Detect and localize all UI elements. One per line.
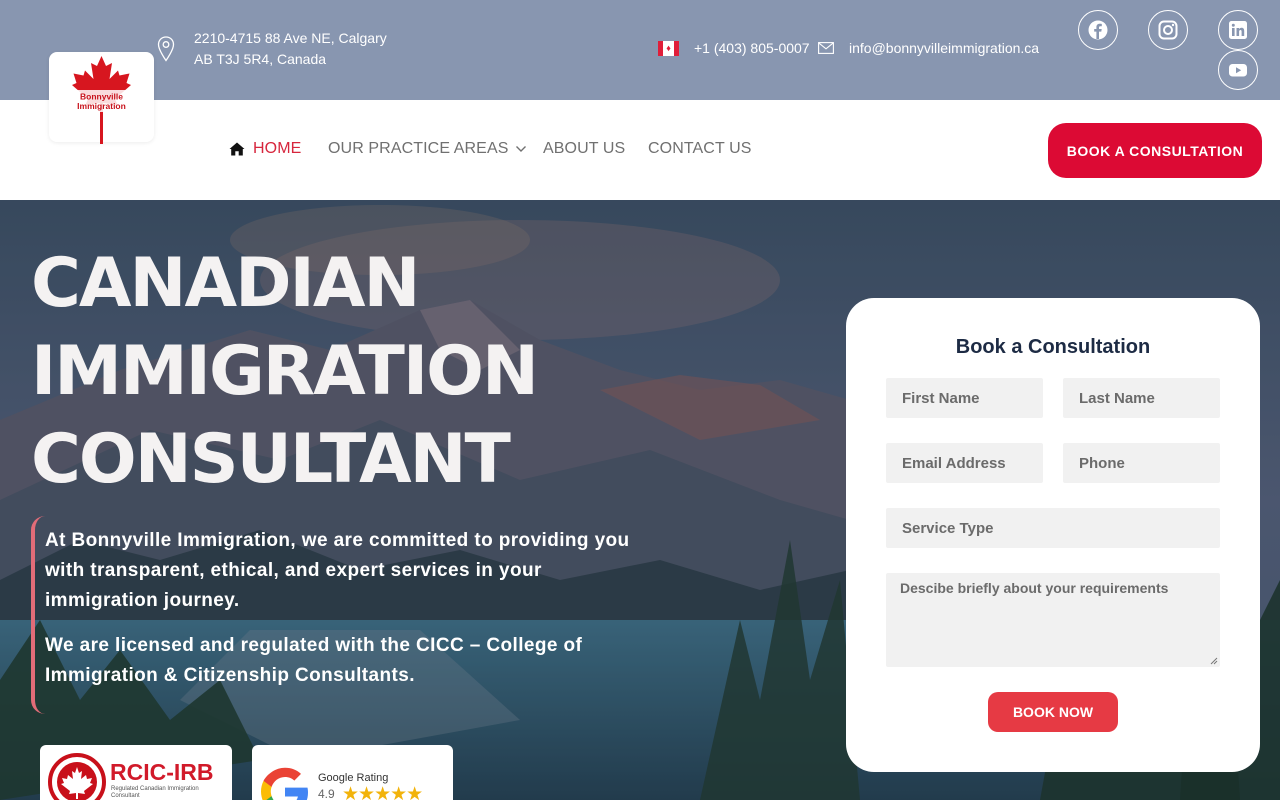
address-block: 2210-4715 88 Ave NE, Calgary AB T3J 5R4,…: [157, 28, 387, 70]
nav-home-label: HOME: [253, 140, 302, 157]
linkedin-icon: [1229, 21, 1247, 39]
chevron-down-icon: [515, 146, 526, 152]
resize-handle-icon[interactable]: [1210, 657, 1218, 665]
nav-home[interactable]: HOME: [229, 140, 301, 158]
first-name-placeholder: First Name: [902, 389, 980, 407]
form-title: Book a Consultation: [955, 336, 1151, 358]
maple-leaf-logo-icon: Bonnyville Immigration: [63, 56, 140, 144]
phone-number: +1 (403) 805-0007: [694, 40, 810, 56]
envelope-icon: [818, 42, 834, 54]
logo-name: Bonnyville: [80, 92, 123, 102]
book-consultation-button[interactable]: BOOK A CONSULTATION: [1048, 123, 1262, 178]
hero-title-line-3: CONSULTANT: [31, 420, 511, 499]
hero-title: CANADIAN IMMIGRATION CONSULTANT: [31, 240, 539, 504]
address-line-2: AB T3J 5R4, Canada: [194, 51, 327, 67]
nav-contact-label: CONTACT US: [648, 140, 752, 157]
rcic-title: RCIC-IRB: [110, 759, 214, 785]
hero-title-line-2: IMMIGRATION: [31, 332, 539, 411]
phone-placeholder: Phone: [1079, 454, 1125, 472]
requirements-placeholder: Descibe briefly about your requirements: [900, 580, 1169, 596]
hero-intro-paragraph-1: At Bonnyville Immigration, we are commit…: [45, 530, 630, 611]
map-pin-icon: [157, 36, 175, 62]
google-logo-icon: [261, 767, 308, 800]
google-rating-badge: Google Rating 4.9 ★★★★★: [252, 745, 453, 800]
youtube-icon: [1229, 64, 1247, 77]
bonnyville-logo[interactable]: Bonnyville Immigration: [49, 52, 154, 144]
last-name-placeholder: Last Name: [1079, 389, 1155, 407]
nav-contact-us[interactable]: CONTACT US: [648, 140, 752, 158]
nav-practice-areas[interactable]: OUR PRACTICE AREAS: [328, 140, 527, 158]
book-now-button[interactable]: BOOK NOW: [988, 692, 1118, 732]
phone-field[interactable]: Phone: [1063, 443, 1220, 483]
top-info-bar: 2210-4715 88 Ave NE, Calgary AB T3J 5R4,…: [0, 0, 1280, 100]
nav-about-us[interactable]: ABOUT US: [543, 140, 625, 158]
canada-flag-icon: ♦: [658, 40, 679, 56]
phone-link[interactable]: ♦ +1 (403) 805-0007: [658, 40, 810, 56]
hero-title-line-1: CANADIAN: [31, 244, 420, 323]
hero-intro-paragraph-2: We are licensed and regulated with the C…: [45, 635, 583, 686]
book-now-label: BOOK NOW: [1012, 704, 1094, 720]
facebook-button[interactable]: [1078, 10, 1118, 50]
home-icon: [229, 142, 245, 156]
address-line-1: 2210-4715 88 Ave NE, Calgary: [194, 30, 387, 46]
instagram-icon: [1158, 20, 1178, 40]
consultation-form-card: Book a Consultation First Name Last Name…: [846, 298, 1260, 772]
first-name-field[interactable]: First Name: [886, 378, 1043, 418]
service-type-field[interactable]: Service Type: [886, 508, 1220, 548]
email-placeholder: Email Address: [902, 454, 1006, 472]
requirements-textarea[interactable]: Descibe briefly about your requirements: [886, 573, 1220, 667]
email-link[interactable]: info@bonnyvilleimmigration.ca: [818, 40, 1039, 56]
email-address: info@bonnyvilleimmigration.ca: [849, 40, 1040, 56]
rcic-seal-icon: [48, 753, 106, 800]
google-rating-stars: ★★★★★: [342, 784, 423, 800]
instagram-button[interactable]: [1148, 10, 1188, 50]
rcic-subtitle: Regulated Canadian Immigration Consultan…: [111, 786, 199, 799]
facebook-icon: [1088, 20, 1108, 40]
youtube-button[interactable]: [1218, 50, 1258, 90]
google-rating-score: 4.9: [318, 787, 335, 800]
linkedin-button[interactable]: [1218, 10, 1258, 50]
email-field[interactable]: Email Address: [886, 443, 1043, 483]
nav-practice-areas-label: OUR PRACTICE AREAS: [328, 140, 509, 157]
logo-sub: Immigration: [77, 101, 126, 111]
hero-intro-quote: At Bonnyville Immigration, we are commit…: [31, 516, 631, 714]
book-consultation-label: BOOK A CONSULTATION: [1066, 142, 1244, 159]
nav-about-label: ABOUT US: [543, 140, 626, 157]
service-type-placeholder: Service Type: [902, 519, 994, 537]
last-name-field[interactable]: Last Name: [1063, 378, 1220, 418]
rcic-irb-badge: RCIC-IRB Regulated Canadian Immigration …: [40, 745, 232, 800]
